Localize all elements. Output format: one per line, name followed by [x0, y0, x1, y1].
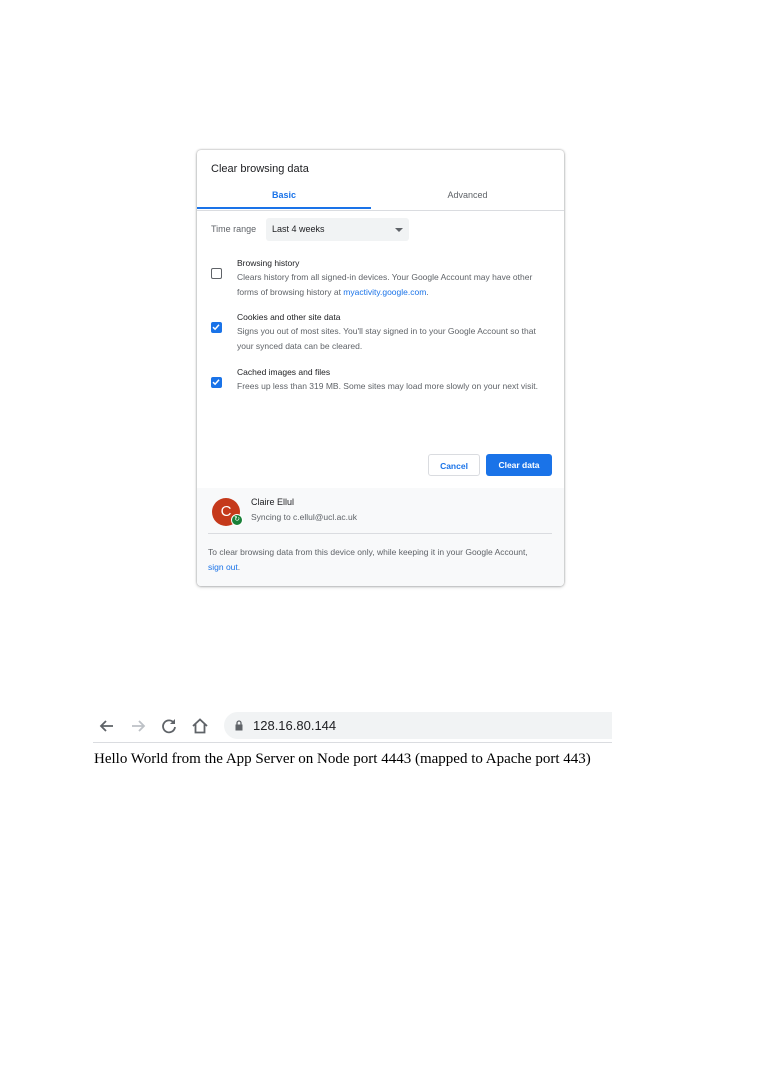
tab-advanced[interactable]: Advanced: [371, 186, 564, 210]
tab-bar: Basic Advanced: [197, 186, 564, 211]
footer-divider: [208, 533, 552, 534]
account-sync-status: Syncing to c.ellul@ucl.ac.uk: [251, 512, 357, 522]
check-icon: [212, 379, 220, 386]
footer-note: To clear browsing data from this device …: [208, 547, 528, 572]
back-arrow-icon[interactable]: [96, 715, 118, 737]
browsing-history-checkbox[interactable]: [211, 268, 222, 279]
account-footer: C ↻ Claire Ellul Syncing to c.ellul@ucl.…: [197, 488, 564, 586]
account-name: Claire Ellul: [251, 497, 295, 507]
check-icon: [212, 324, 220, 331]
option-title: Browsing history: [237, 258, 300, 268]
cached-images-checkbox[interactable]: [211, 377, 222, 388]
clear-browsing-data-dialog: Clear browsing data Basic Advanced Time …: [197, 150, 564, 586]
time-range-label: Time range: [211, 224, 257, 234]
toolbar-divider: [93, 742, 612, 743]
option-browsing-history: Browsing history Clears history from all…: [211, 256, 551, 302]
sign-out-link[interactable]: sign out: [208, 562, 238, 572]
sync-badge-icon: ↻: [231, 514, 243, 526]
forward-arrow-icon[interactable]: [127, 715, 149, 737]
cancel-button[interactable]: Cancel: [428, 454, 480, 476]
option-title: Cookies and other site data: [237, 312, 341, 322]
time-range-select[interactable]: Last 4 weeks: [266, 218, 409, 241]
tab-basic[interactable]: Basic: [197, 186, 371, 209]
option-description: Signs you out of most sites. You'll stay…: [237, 326, 536, 351]
time-range-value: Last 4 weeks: [272, 224, 325, 234]
browser-toolbar: 128.16.80.144: [93, 710, 612, 741]
option-description: Frees up less than 319 MB. Some sites ma…: [237, 381, 538, 392]
clear-data-button[interactable]: Clear data: [486, 454, 552, 476]
home-icon[interactable]: [189, 715, 211, 737]
option-cookies: Cookies and other site data Signs you ou…: [211, 310, 551, 356]
address-bar[interactable]: 128.16.80.144: [224, 712, 612, 739]
myactivity-link[interactable]: myactivity.google.com: [343, 287, 426, 297]
reload-icon[interactable]: [158, 715, 180, 737]
url-text: 128.16.80.144: [253, 718, 337, 733]
option-title: Cached images and files: [237, 367, 331, 377]
dialog-title: Clear browsing data: [211, 163, 309, 175]
option-cached-images: Cached images and files Frees up less th…: [211, 365, 551, 411]
dropdown-caret-icon: [395, 228, 403, 232]
cookies-checkbox[interactable]: [211, 322, 222, 333]
option-description: Clears history from all signed-in device…: [237, 272, 533, 297]
lock-icon: [235, 720, 243, 731]
page-body-text: Hello World from the App Server on Node …: [94, 751, 591, 767]
